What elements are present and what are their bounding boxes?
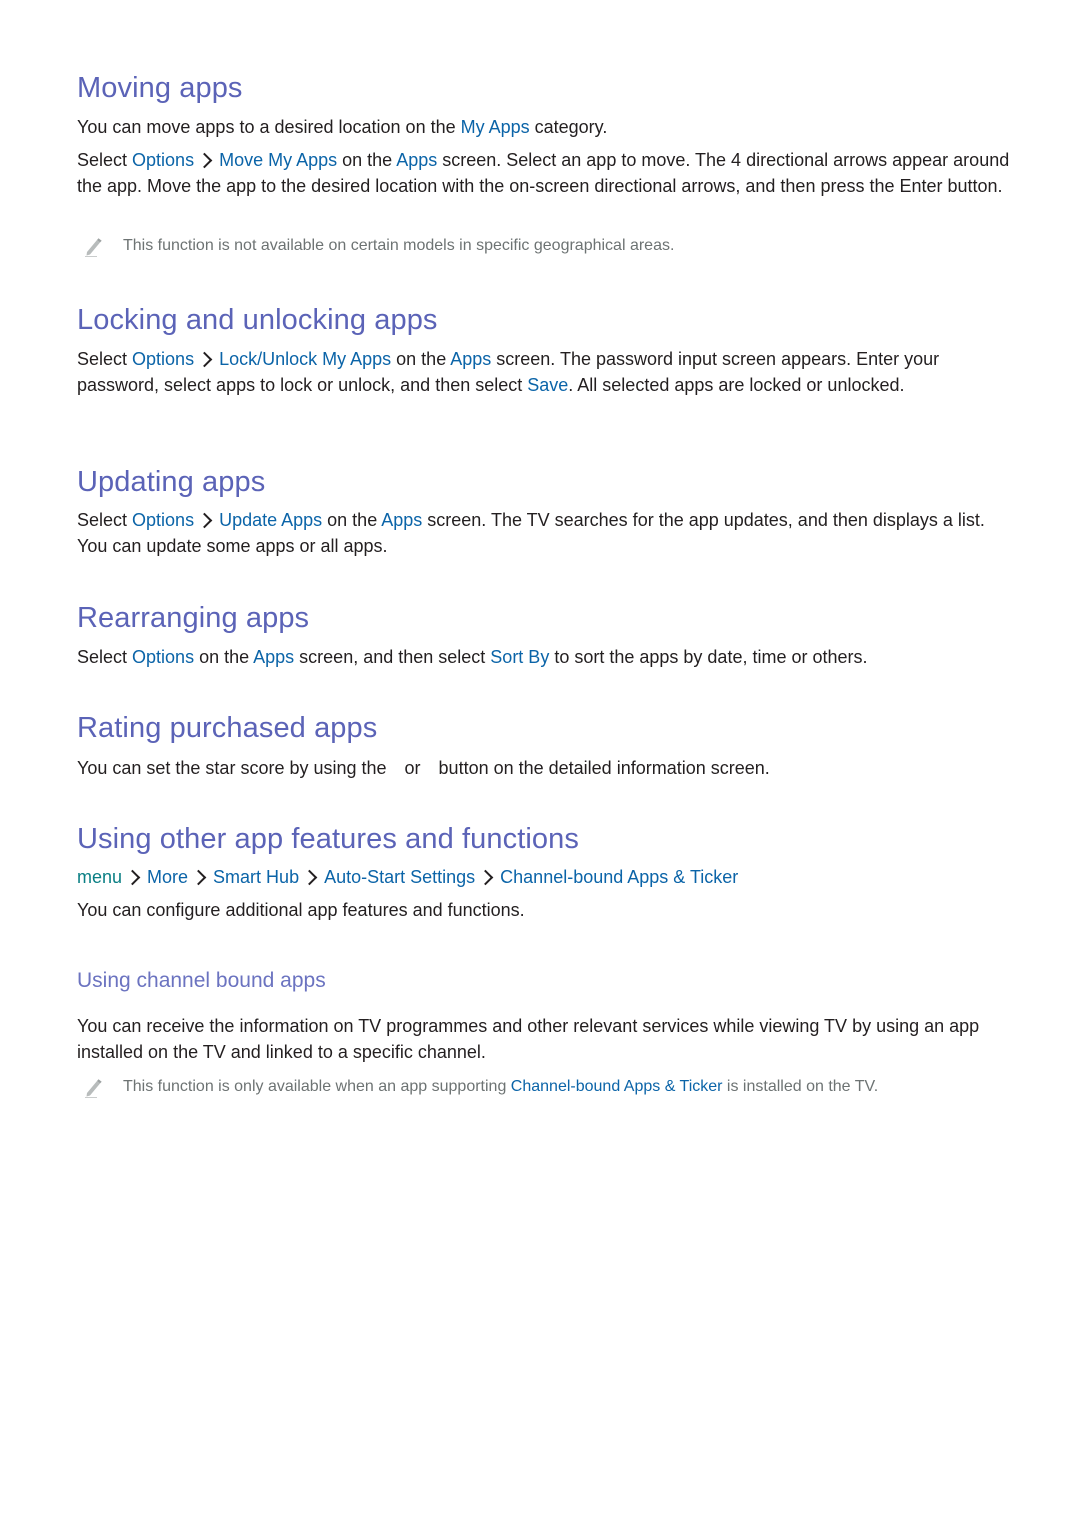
breadcrumb-smart-hub[interactable]: Smart Hub bbox=[213, 867, 299, 887]
chevron-right-icon bbox=[190, 869, 207, 886]
link-lock-unlock-my-apps[interactable]: Lock/Unlock My Apps bbox=[219, 349, 391, 369]
breadcrumb-channel-bound-apps-ticker[interactable]: Channel-bound Apps & Ticker bbox=[500, 867, 738, 887]
link-options[interactable]: Options bbox=[132, 647, 194, 667]
chevron-right-icon bbox=[196, 351, 213, 368]
text: to sort the apps by date, time or others… bbox=[549, 647, 868, 667]
link-my-apps[interactable]: My Apps bbox=[461, 117, 530, 137]
section-title-other-features: Using other app features and functions bbox=[77, 823, 579, 855]
link-apps[interactable]: Apps bbox=[396, 150, 437, 170]
text: You can move apps to a desired location … bbox=[77, 117, 461, 137]
channel-bound-apps-text: You can receive the information on TV pr… bbox=[77, 1016, 980, 1062]
text: is installed on the TV. bbox=[722, 1078, 879, 1095]
updating-apps-text: Select Options Update Apps on the Apps sc… bbox=[77, 508, 1012, 559]
text: or bbox=[404, 758, 421, 778]
text: on the bbox=[337, 150, 397, 170]
text: Select bbox=[77, 510, 133, 530]
link-apps[interactable]: Apps bbox=[253, 647, 294, 667]
locking-apps-text: Select Options Lock/Unlock My Apps on the… bbox=[77, 347, 1012, 398]
subsection-title-channel-bound-apps: Using channel bound apps bbox=[77, 969, 326, 992]
link-options[interactable]: Options bbox=[132, 349, 194, 369]
text: on the bbox=[322, 510, 382, 530]
link-options[interactable]: Options bbox=[132, 150, 194, 170]
breadcrumb-menu[interactable]: menu bbox=[77, 867, 122, 887]
text: You can set the star score by using the bbox=[77, 758, 387, 778]
section-title-updating-apps: Updating apps bbox=[77, 466, 266, 498]
rearranging-apps-text: Select Options on the Apps screen, and t… bbox=[77, 645, 1012, 671]
chevron-right-icon bbox=[301, 869, 318, 886]
chevron-right-icon bbox=[196, 512, 213, 529]
text: Select bbox=[77, 647, 133, 667]
breadcrumb-more[interactable]: More bbox=[147, 867, 188, 887]
moving-apps-steps: Select Options Move My Apps on the Apps s… bbox=[77, 148, 1012, 199]
link-apps[interactable]: Apps bbox=[381, 510, 422, 530]
text: screen. The TV searches for the app upda… bbox=[77, 510, 985, 556]
chevron-right-icon bbox=[477, 869, 494, 886]
section-title-rating-apps: Rating purchased apps bbox=[77, 712, 378, 744]
text: on the bbox=[391, 349, 451, 369]
link-move-my-apps[interactable]: Move My Apps bbox=[219, 150, 337, 170]
note-text: This function is not available on certai… bbox=[123, 237, 675, 254]
chevron-right-icon bbox=[124, 869, 141, 886]
link-update-apps[interactable]: Update Apps bbox=[219, 510, 322, 530]
section-title-locking-apps: Locking and unlocking apps bbox=[77, 304, 438, 336]
other-features-text: You can configure additional app feature… bbox=[77, 900, 525, 920]
text: category. bbox=[529, 117, 608, 137]
link-save[interactable]: Save bbox=[527, 375, 568, 395]
text: This function is only available when an … bbox=[123, 1078, 511, 1095]
text: button on the detailed information scree… bbox=[438, 758, 770, 778]
link-channel-bound-apps-ticker[interactable]: Channel-bound Apps & Ticker bbox=[511, 1078, 723, 1095]
text: screen. Select an app to move. The 4 dir… bbox=[77, 150, 1010, 196]
text: on the bbox=[194, 647, 254, 667]
text: Select bbox=[77, 349, 133, 369]
pencil-note-icon bbox=[85, 238, 102, 257]
section-title-moving-apps: Moving apps bbox=[77, 72, 243, 104]
section-title-rearranging-apps: Rearranging apps bbox=[77, 602, 310, 634]
moving-apps-intro: You can move apps to a desired location … bbox=[77, 115, 1012, 141]
menu-path-breadcrumb: menu More Smart Hub Auto-Start Settings Chan… bbox=[77, 865, 1012, 891]
pencil-note-icon bbox=[85, 1079, 102, 1098]
text: . All selected apps are locked or unlock… bbox=[568, 374, 905, 395]
link-sort-by[interactable]: Sort By bbox=[490, 647, 549, 667]
chevron-right-icon bbox=[196, 152, 213, 169]
link-options[interactable]: Options bbox=[132, 510, 194, 530]
rating-apps-text: You can set the star score by using the o… bbox=[77, 756, 1012, 782]
note-text: This function is only available when an … bbox=[123, 1076, 878, 1098]
text: Select bbox=[77, 150, 133, 170]
breadcrumb-auto-start-settings[interactable]: Auto-Start Settings bbox=[324, 867, 475, 887]
text: screen, and then select bbox=[294, 647, 491, 667]
link-apps[interactable]: Apps bbox=[450, 349, 491, 369]
